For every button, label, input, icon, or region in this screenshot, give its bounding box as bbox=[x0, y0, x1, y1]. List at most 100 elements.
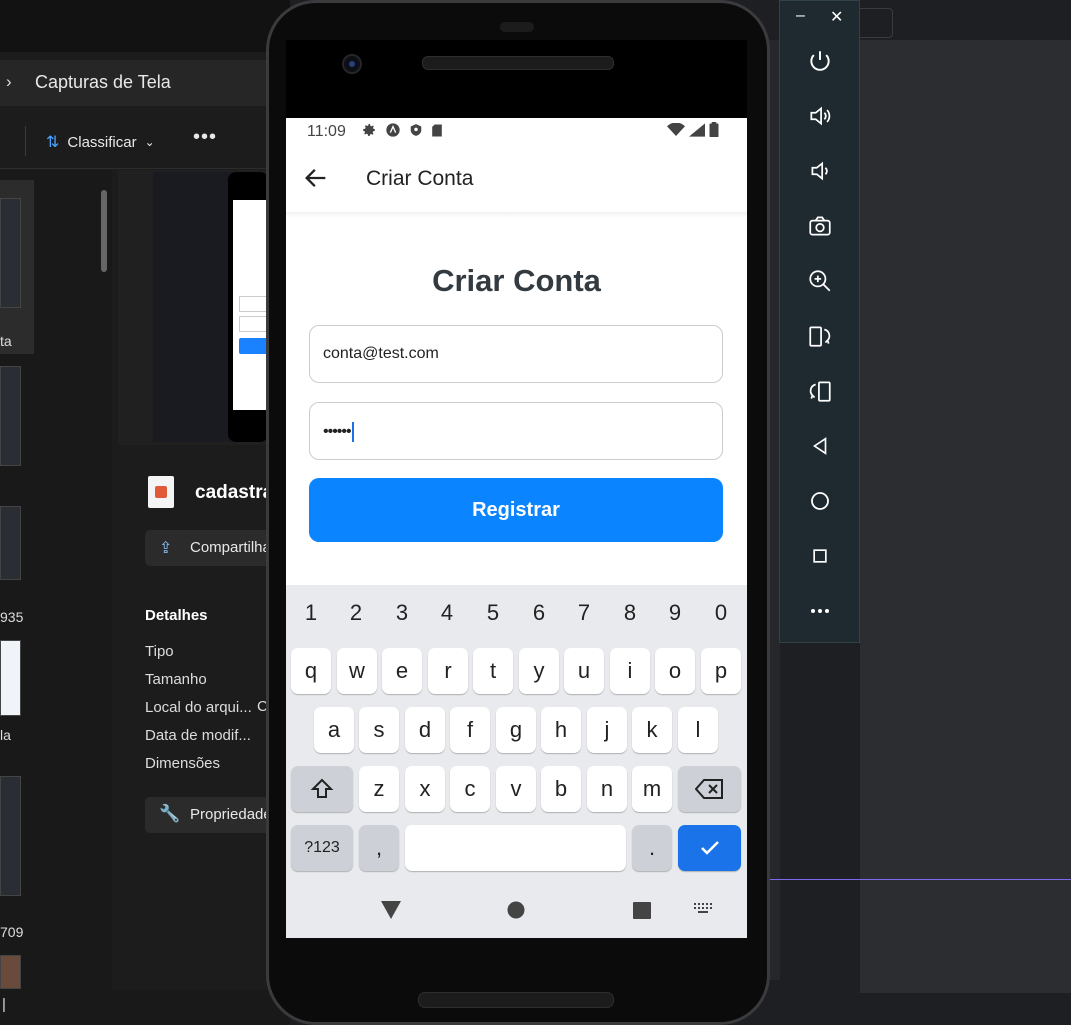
phone-screen: 11:09 Criar Conta Criar Conta conta@test… bbox=[286, 118, 747, 938]
android-status-bar: 11:09 bbox=[286, 118, 747, 146]
detail-label: Dimensões bbox=[145, 755, 221, 772]
app-notification-icon bbox=[386, 123, 400, 137]
thumbnail-image[interactable] bbox=[0, 640, 21, 716]
key-p[interactable]: p bbox=[701, 648, 741, 694]
key-u[interactable]: u bbox=[564, 648, 604, 694]
key-n[interactable]: n bbox=[587, 766, 627, 812]
backspace-key[interactable] bbox=[678, 766, 741, 812]
app-bar: Criar Conta bbox=[286, 146, 747, 212]
thumbnail-image[interactable] bbox=[0, 955, 21, 989]
nav-home-icon[interactable] bbox=[507, 901, 525, 919]
key-q[interactable]: q bbox=[291, 648, 331, 694]
key-8[interactable]: 8 bbox=[615, 600, 645, 626]
properties-label: Propriedade bbox=[190, 806, 272, 823]
power-icon[interactable] bbox=[806, 47, 834, 75]
minimize-button[interactable]: – bbox=[796, 7, 805, 25]
more-icon[interactable] bbox=[806, 597, 834, 625]
key-9[interactable]: 9 bbox=[660, 600, 690, 626]
breadcrumb-folder[interactable]: Capturas de Tela bbox=[35, 72, 171, 93]
camera-icon[interactable] bbox=[806, 212, 834, 240]
image-file-icon bbox=[148, 476, 174, 508]
key-d[interactable]: d bbox=[405, 707, 445, 753]
soft-keyboard: 1 2 3 4 5 6 7 8 9 0 q w e r t y u i o p … bbox=[286, 585, 747, 938]
back-icon[interactable] bbox=[806, 432, 834, 460]
nav-back-icon[interactable] bbox=[381, 901, 401, 919]
status-text: | bbox=[2, 996, 6, 1013]
key-b[interactable]: b bbox=[541, 766, 581, 812]
symbols-key[interactable]: ?123 bbox=[291, 825, 353, 871]
key-2[interactable]: 2 bbox=[341, 600, 371, 626]
detail-label: Tamanho bbox=[145, 671, 207, 688]
key-7[interactable]: 7 bbox=[569, 600, 599, 626]
speaker-grille-bottom bbox=[418, 992, 614, 1008]
home-icon[interactable] bbox=[806, 487, 834, 515]
settings-icon bbox=[363, 124, 375, 136]
key-e[interactable]: e bbox=[382, 648, 422, 694]
status-time: 11:09 bbox=[307, 123, 346, 140]
email-field[interactable]: conta@test.com bbox=[309, 325, 723, 383]
key-t[interactable]: t bbox=[473, 648, 513, 694]
thumbnail-image[interactable] bbox=[0, 198, 21, 308]
key-0[interactable]: 0 bbox=[706, 600, 736, 626]
sort-label: Classificar bbox=[67, 133, 137, 151]
close-button[interactable]: ✕ bbox=[830, 7, 843, 27]
status-system-icons bbox=[667, 122, 719, 137]
file-name: cadastra bbox=[195, 482, 274, 503]
key-r[interactable]: r bbox=[428, 648, 468, 694]
key-m[interactable]: m bbox=[632, 766, 672, 812]
key-v[interactable]: v bbox=[496, 766, 536, 812]
chevron-down-icon: ⌄ bbox=[144, 135, 155, 149]
key-c[interactable]: c bbox=[450, 766, 490, 812]
key-k[interactable]: k bbox=[632, 707, 672, 753]
key-s[interactable]: s bbox=[359, 707, 399, 753]
thumbnail-image[interactable] bbox=[0, 776, 21, 896]
password-field[interactable]: •••••• bbox=[309, 402, 723, 460]
key-i[interactable]: i bbox=[610, 648, 650, 694]
ide-field[interactable] bbox=[855, 8, 893, 38]
key-6[interactable]: 6 bbox=[524, 600, 554, 626]
thumbnail-image[interactable] bbox=[0, 366, 21, 466]
detail-label: Data de modif... bbox=[145, 727, 251, 744]
key-h[interactable]: h bbox=[541, 707, 581, 753]
rotate-left-icon[interactable] bbox=[806, 322, 834, 350]
sort-button[interactable]: ⇅ Classificar ⌄ bbox=[46, 132, 155, 152]
nav-overview-icon[interactable] bbox=[633, 902, 651, 919]
thumbnail-image[interactable] bbox=[0, 506, 21, 580]
overview-icon[interactable] bbox=[806, 542, 834, 570]
key-o[interactable]: o bbox=[655, 648, 695, 694]
rotate-right-icon[interactable] bbox=[806, 377, 834, 405]
zoom-icon[interactable] bbox=[806, 267, 834, 295]
shift-key[interactable] bbox=[291, 766, 353, 812]
comma-key[interactable]: , bbox=[359, 825, 399, 871]
back-arrow-icon[interactable] bbox=[302, 164, 330, 192]
volume-up-icon[interactable] bbox=[806, 102, 834, 130]
volume-down-icon[interactable] bbox=[806, 157, 834, 185]
text-caret bbox=[351, 422, 354, 442]
key-4[interactable]: 4 bbox=[432, 600, 462, 626]
key-z[interactable]: z bbox=[359, 766, 399, 812]
ide-background bbox=[860, 0, 1071, 1025]
earpiece bbox=[500, 22, 534, 32]
key-y[interactable]: y bbox=[519, 648, 559, 694]
space-key[interactable] bbox=[405, 825, 626, 871]
key-g[interactable]: g bbox=[496, 707, 536, 753]
period-key[interactable]: . bbox=[632, 825, 672, 871]
enter-key[interactable] bbox=[678, 825, 741, 871]
details-heading: Detalhes bbox=[145, 607, 208, 624]
key-w[interactable]: w bbox=[337, 648, 377, 694]
key-x[interactable]: x bbox=[405, 766, 445, 812]
key-1[interactable]: 1 bbox=[296, 600, 326, 626]
scrollbar-thumb[interactable] bbox=[101, 190, 107, 272]
battery-icon bbox=[709, 122, 719, 137]
keyboard-switch-icon[interactable] bbox=[694, 903, 714, 915]
key-f[interactable]: f bbox=[450, 707, 490, 753]
password-value: •••••• bbox=[323, 423, 352, 441]
key-j[interactable]: j bbox=[587, 707, 627, 753]
more-options-button[interactable]: ••• bbox=[193, 126, 217, 149]
key-l[interactable]: l bbox=[678, 707, 718, 753]
register-button[interactable]: Registrar bbox=[309, 478, 723, 542]
key-3[interactable]: 3 bbox=[387, 600, 417, 626]
key-a[interactable]: a bbox=[314, 707, 354, 753]
address-bar[interactable]: › Capturas de Tela bbox=[0, 60, 290, 106]
key-5[interactable]: 5 bbox=[478, 600, 508, 626]
